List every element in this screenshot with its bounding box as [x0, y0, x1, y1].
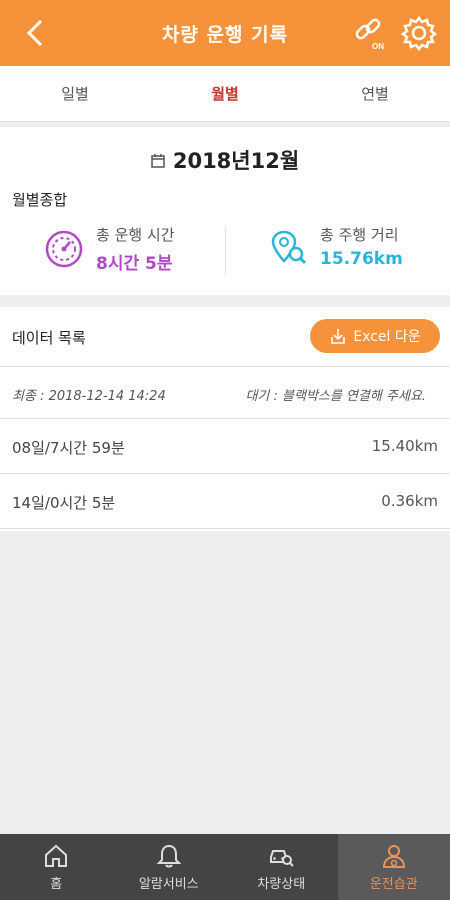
speedometer-icon — [45, 230, 83, 268]
location-search-icon — [271, 230, 307, 264]
data-list-title: 데이터 목록 — [12, 329, 86, 347]
bell-icon — [156, 844, 182, 867]
chevron-left-icon — [26, 19, 43, 47]
row-day-duration: 08일/7시간 59분 — [12, 439, 125, 457]
waiting-status-text: 대기 : 블랙박스를 연결해 주세요. — [245, 389, 426, 404]
period-tabs: 일별 월별 연별 — [0, 66, 450, 122]
excel-download-button[interactable]: Excel 다운 — [310, 319, 440, 353]
row-day-duration: 14일/0시간 5분 — [12, 494, 116, 512]
nav-home-label: 홈 — [50, 876, 63, 892]
drive-time-label: 총 운행 시간 — [96, 226, 175, 244]
data-list-header: 데이터 목록 Excel 다운 — [0, 307, 450, 367]
row-distance: 15.40km — [371, 437, 438, 455]
data-list: 데이터 목록 Excel 다운 최종 : 2018-12-14 14:24 대기… — [0, 307, 450, 531]
svg-text:ON: ON — [372, 42, 384, 51]
tab-daily[interactable]: 일별 — [0, 66, 150, 121]
tab-yearly[interactable]: 연별 — [300, 66, 450, 121]
calendar-icon — [151, 153, 165, 168]
table-row[interactable]: 08일/7시간 59분 15.40km — [0, 419, 450, 474]
page-title: 차량 운행 기록 — [161, 23, 289, 46]
download-icon — [331, 329, 346, 344]
drive-distance-label: 총 주행 거리 — [320, 226, 399, 244]
nav-driving-habits-label: 운전습관 — [369, 876, 418, 892]
drive-time-value: 8시간 5분 — [96, 254, 173, 274]
nav-alarm-service[interactable]: 알람서비스 — [113, 834, 226, 900]
link-on-icon: ON — [355, 18, 384, 51]
car-search-icon — [270, 849, 294, 867]
nav-vehicle-status[interactable]: 차량상태 — [225, 834, 338, 900]
stat-divider — [225, 227, 226, 275]
gear-icon — [400, 15, 438, 52]
nav-driving-habits[interactable]: 운전습관 — [337, 834, 450, 900]
nav-alarm-label: 알람서비스 — [138, 876, 199, 892]
total-drive-distance: 총 주행 거리 15.76km — [268, 224, 403, 269]
app-header: 차량 운행 기록 ON — [0, 0, 450, 66]
connection-toggle-button[interactable]: ON — [350, 14, 388, 52]
month-label: 2018년12월 — [172, 149, 300, 173]
excel-download-label: Excel 다운 — [353, 329, 421, 345]
monthly-summary-card: 2018년12월 월별종합 총 운행 시간 8시간 5분 총 주행 거리 15.… — [0, 127, 450, 295]
driver-icon — [382, 844, 405, 868]
drive-distance-value: 15.76km — [320, 249, 403, 269]
tab-monthly[interactable]: 월별 — [150, 66, 300, 121]
bottom-navigation: 홈 알람서비스 차량상태 운전습관 — [0, 834, 450, 900]
total-drive-time: 총 운행 시간 8시간 5분 — [44, 224, 175, 274]
nav-home[interactable]: 홈 — [0, 834, 113, 900]
row-distance: 0.36km — [381, 492, 438, 510]
back-button[interactable] — [20, 17, 50, 49]
nav-vehicle-label: 차량상태 — [257, 876, 306, 892]
last-sync-text: 최종 : 2018-12-14 14:24 — [12, 389, 166, 404]
month-selector[interactable]: 2018년12월 — [0, 145, 450, 175]
sync-status-row: 최종 : 2018-12-14 14:24 대기 : 블랙박스를 연결해 주세요… — [0, 367, 450, 419]
settings-button[interactable] — [400, 15, 438, 52]
table-row[interactable]: 14일/0시간 5분 0.36km — [0, 474, 450, 529]
home-icon — [45, 844, 68, 867]
summary-title: 월별종합 — [12, 191, 68, 209]
